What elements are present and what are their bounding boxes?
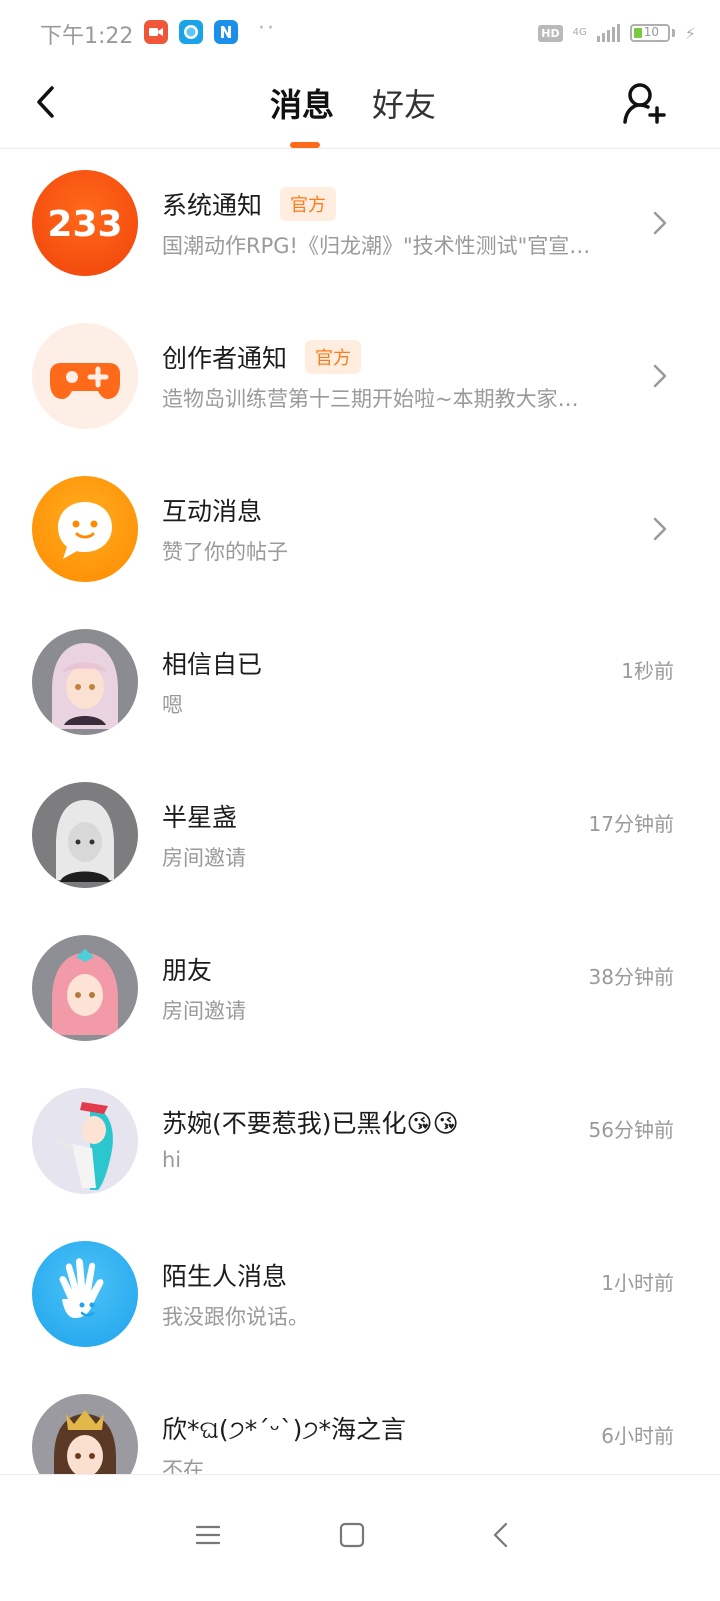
official-badge: 官方 bbox=[280, 187, 337, 221]
item-title: 互动消息 bbox=[162, 492, 262, 528]
battery-icon: 10 bbox=[629, 24, 670, 42]
item-preview: 造物岛训练营第十三期开始啦~本期教大家… bbox=[162, 387, 579, 411]
item-title: 系统通知 官方 bbox=[162, 186, 337, 222]
hd-badge: HD bbox=[538, 24, 563, 42]
item-title: 朋友 bbox=[162, 951, 212, 987]
item-preview: 房间邀请 bbox=[162, 846, 246, 870]
item-title: 相信自已 bbox=[162, 645, 262, 681]
item-time: 56分钟前 bbox=[588, 1118, 674, 1142]
list-item-conversation[interactable]: 半星盏 房间邀请 17分钟前 bbox=[0, 760, 720, 913]
item-name: 相信自已 bbox=[162, 650, 263, 679]
tab-messages[interactable]: 消息 bbox=[270, 80, 334, 126]
network-type: 4G bbox=[572, 27, 587, 38]
item-title: 欣*ଘ(੭*ˊᵕˋ)੭*海之言 bbox=[162, 1410, 406, 1446]
item-time: 1小时前 bbox=[601, 1271, 674, 1295]
status-bar: 下午1:22 ·· HD 4G 10 ⚡ bbox=[0, 0, 720, 66]
more-notifications-icon: ·· bbox=[258, 16, 276, 41]
list-item-conversation[interactable]: 朋友 房间邀请 38分钟前 bbox=[0, 913, 720, 1066]
233-logo-icon: 233 bbox=[32, 170, 138, 276]
battery-level: 10 bbox=[643, 25, 660, 39]
item-time: 17分钟前 bbox=[588, 812, 674, 836]
home-button[interactable] bbox=[322, 1505, 382, 1565]
item-preview: 嗯 bbox=[162, 693, 183, 717]
item-preview: 不在 bbox=[162, 1458, 204, 1474]
item-title: 创作者通知 官方 bbox=[162, 339, 362, 375]
hand-wave-icon bbox=[32, 1241, 138, 1347]
back-triangle-icon bbox=[493, 1522, 508, 1548]
menu-icon bbox=[195, 1525, 221, 1545]
item-preview: 国潮动作RPG!《归龙潮》"技术性测试"官宣… bbox=[162, 234, 591, 258]
list-item-strangers[interactable]: 陌生人消息 我没跟你说话。 1小时前 bbox=[0, 1219, 720, 1372]
item-title: 陌生人消息 bbox=[162, 1257, 287, 1293]
list-item-conversation[interactable]: 欣*ଘ(੭*ˊᵕˋ)੭*海之言 不在 6小时前 bbox=[0, 1372, 720, 1474]
battery-fill bbox=[633, 28, 642, 38]
item-time: 38分钟前 bbox=[588, 965, 674, 989]
avatar-crown-hair bbox=[32, 1394, 138, 1474]
item-preview: hi bbox=[162, 1148, 182, 1172]
battery-cap bbox=[671, 29, 675, 37]
avatar-pink-braids bbox=[32, 935, 138, 1041]
item-name: 陌生人消息 bbox=[162, 1262, 288, 1291]
avatar-white-hair bbox=[32, 782, 138, 888]
item-time: 1秒前 bbox=[621, 659, 674, 683]
item-title: 苏婉(不要惹我)已黑化😘😘 bbox=[162, 1104, 459, 1140]
item-preview: 房间邀请 bbox=[162, 999, 246, 1023]
back-arrow-icon bbox=[37, 86, 54, 118]
item-preview: 赞了你的帖子 bbox=[162, 540, 288, 564]
avatar-pink-hair bbox=[32, 629, 138, 735]
n-app-icon bbox=[214, 20, 238, 44]
item-title: 半星盏 bbox=[162, 798, 237, 834]
add-user-icon bbox=[623, 83, 666, 124]
item-time: 6小时前 bbox=[601, 1424, 674, 1448]
chat-bubble-icon bbox=[32, 476, 138, 582]
item-name: 半星盏 bbox=[162, 803, 238, 832]
tab-friends[interactable]: 好友 bbox=[372, 80, 436, 126]
header: 消息 好友 bbox=[0, 66, 720, 149]
video-call-app-icon bbox=[144, 20, 168, 44]
add-friend-button[interactable] bbox=[620, 78, 670, 128]
message-list: 233 系统通知 官方 国潮动作RPG!《归龙潮》"技术性测试"官宣… 创作者通… bbox=[0, 148, 720, 1474]
item-name: 朋友 bbox=[162, 956, 213, 985]
bubble-app-icon bbox=[179, 20, 203, 44]
logo-text: 233 bbox=[47, 204, 122, 245]
chevron-right-icon bbox=[653, 364, 667, 388]
system-back-button[interactable] bbox=[472, 1505, 532, 1565]
item-name: 创作者通知 bbox=[162, 344, 288, 373]
back-button[interactable] bbox=[30, 82, 70, 122]
gamepad-icon bbox=[32, 323, 138, 429]
system-nav-bar bbox=[0, 1474, 720, 1601]
item-name: 系统通知 bbox=[162, 191, 263, 220]
home-square-icon bbox=[339, 1522, 365, 1548]
avatar-teal-hair bbox=[32, 1088, 138, 1194]
signal-icon bbox=[596, 24, 620, 42]
status-indicators: HD 4G 10 ⚡ bbox=[538, 20, 696, 46]
list-item-creator-notice[interactable]: 创作者通知 官方 造物岛训练营第十三期开始啦~本期教大家… bbox=[0, 301, 720, 454]
item-name: 苏婉(不要惹我)已黑化😘😘 bbox=[162, 1109, 459, 1138]
list-item-interactions[interactable]: 互动消息 赞了你的帖子 bbox=[0, 454, 720, 607]
list-item-conversation[interactable]: 相信自已 嗯 1秒前 bbox=[0, 607, 720, 760]
list-item-system-notice[interactable]: 233 系统通知 官方 国潮动作RPG!《归龙潮》"技术性测试"官宣… bbox=[0, 148, 720, 301]
official-badge: 官方 bbox=[305, 340, 362, 374]
list-item-conversation[interactable]: 苏婉(不要惹我)已黑化😘😘 hi 56分钟前 bbox=[0, 1066, 720, 1219]
charging-icon: ⚡ bbox=[684, 23, 696, 43]
item-preview: 我没跟你说话。 bbox=[162, 1305, 309, 1329]
status-time: 下午1:22 bbox=[40, 24, 134, 49]
recent-apps-button[interactable] bbox=[178, 1505, 238, 1565]
item-name: 欣*ଘ(੭*ˊᵕˋ)੭*海之言 bbox=[162, 1415, 406, 1444]
chevron-right-icon bbox=[653, 517, 667, 541]
chevron-right-icon bbox=[653, 211, 667, 235]
item-name: 互动消息 bbox=[162, 497, 263, 526]
